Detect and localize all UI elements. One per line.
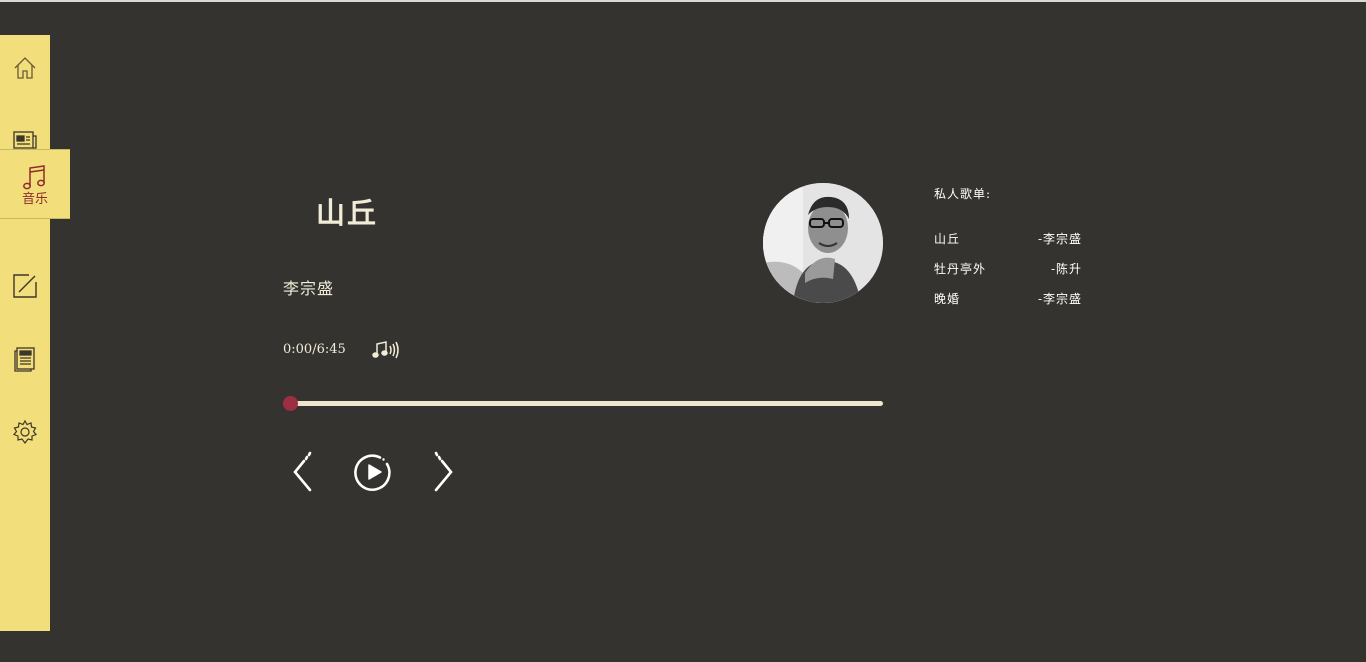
playlist-song-name: 山丘 [934, 232, 961, 246]
sidebar-item-music-label: 音乐 [21, 191, 48, 207]
progress-bar[interactable] [283, 396, 883, 411]
play-icon [354, 454, 391, 491]
document-icon [14, 347, 35, 372]
sidebar-item-music[interactable]: 音乐 [0, 149, 70, 219]
playlist-song-artist: -李宗盛 [1037, 232, 1082, 246]
gear-icon [12, 419, 38, 444]
top-border [0, 0, 1366, 2]
music-note-icon [23, 164, 45, 189]
next-button[interactable] [432, 451, 458, 493]
time-display: 0:00/6:45 [283, 342, 346, 357]
playlist-song-artist: -陈升 [1050, 262, 1082, 276]
playlist-item[interactable]: 晚婚 -李宗盛 [934, 290, 1084, 308]
home-icon [14, 57, 36, 79]
artist-avatar [763, 183, 883, 303]
previous-button[interactable] [290, 451, 316, 493]
playlist-item[interactable]: 牡丹亭外 -陈升 [934, 260, 1084, 278]
playlist-song-artist: -李宗盛 [1037, 292, 1082, 306]
playlist-song-name: 牡丹亭外 [934, 262, 987, 276]
sidebar-item-settings[interactable] [0, 412, 50, 452]
sidebar-item-docs[interactable] [0, 339, 50, 379]
playlist-song-name: 晚婚 [934, 292, 961, 306]
chevron-left-icon [293, 451, 312, 492]
play-button[interactable] [353, 452, 393, 492]
progress-knob[interactable] [283, 396, 298, 411]
edit-icon [13, 274, 37, 298]
playlist-item[interactable]: 山丘 -李宗盛 [934, 230, 1084, 248]
sidebar-item-home[interactable] [0, 48, 50, 88]
sidebar-item-edit[interactable] [0, 266, 50, 306]
sidebar [0, 35, 50, 631]
chevron-right-icon [434, 451, 453, 492]
song-title: 山丘 [316, 196, 379, 230]
music-sound-icon[interactable] [371, 339, 401, 361]
song-artist: 李宗盛 [283, 279, 335, 298]
playlist-title: 私人歌单: [934, 187, 992, 201]
